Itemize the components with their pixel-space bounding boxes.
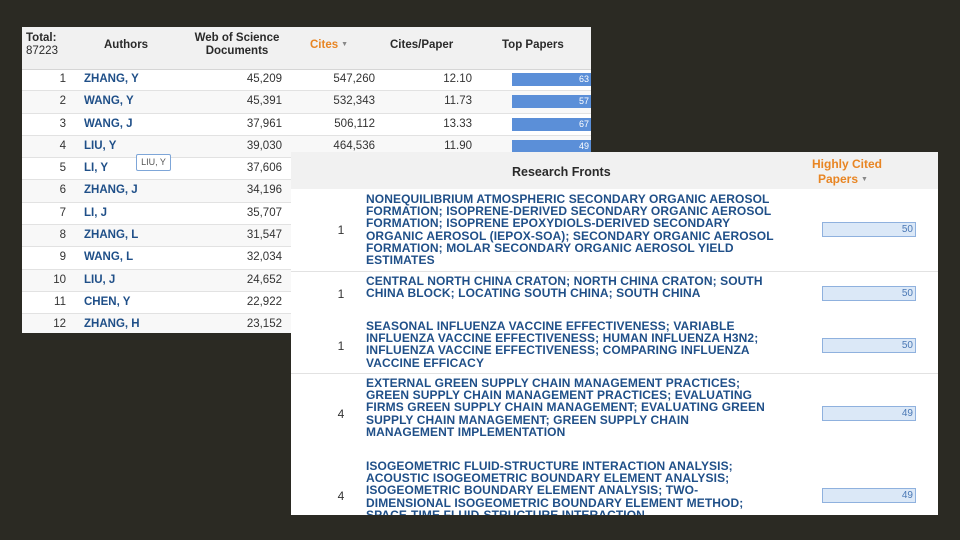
author-name-link[interactable]: ZHANG, Y bbox=[84, 73, 139, 85]
author-name-link[interactable]: WANG, J bbox=[84, 118, 133, 130]
highly-cited-line1: Highly Cited bbox=[812, 157, 883, 171]
author-name-link[interactable]: ZHANG, J bbox=[84, 184, 138, 196]
rank-cell: 1 bbox=[337, 287, 345, 301]
docs-cell: 23,152 bbox=[246, 318, 282, 331]
rank-cell: 4 bbox=[337, 407, 345, 421]
docs-cell: 37,961 bbox=[246, 117, 282, 130]
docs-cell: 31,547 bbox=[246, 229, 282, 242]
research-front-row: 4 ISOGEOMETRIC FLUID-STRUCTURE INTERACTIO… bbox=[291, 457, 938, 515]
research-front-row: 1 CENTRAL NORTH CHINA CRATON; NORTH CHINA… bbox=[291, 271, 938, 318]
docs-cell: 22,922 bbox=[246, 295, 282, 308]
author-name-link[interactable]: WANG, Y bbox=[84, 95, 134, 107]
cites-header-label: Cites bbox=[310, 39, 339, 51]
highly-cited-papers-bar[interactable]: 50 bbox=[822, 222, 916, 237]
research-fronts-header: Research Fronts Highly Cited Papers ▼ bbox=[291, 152, 938, 190]
rank-cell: 7 bbox=[59, 206, 66, 219]
docs-cell: 45,209 bbox=[246, 73, 282, 85]
author-name-link[interactable]: WANG, L bbox=[84, 251, 133, 263]
docs-header-line2: Documents bbox=[205, 45, 269, 57]
total-cell: Total: 87223 bbox=[26, 32, 58, 58]
authors-column-header[interactable]: Authors bbox=[104, 39, 148, 51]
docs-column-header[interactable]: Web of Science Documents bbox=[192, 32, 282, 58]
docs-cell: 34,196 bbox=[246, 184, 282, 197]
rank-cell: 11 bbox=[54, 295, 66, 308]
research-front-link[interactable]: ISOGEOMETRIC FLUID-STRUCTURE INTERACTION… bbox=[366, 460, 778, 515]
top-papers-column-header[interactable]: Top Papers bbox=[502, 39, 564, 51]
cites-per-paper-cell: 11.73 bbox=[444, 95, 472, 108]
cites-column-header[interactable]: Cites ▼ bbox=[310, 39, 348, 51]
research-front-link[interactable]: CENTRAL NORTH CHINA CRATON; NORTH CHINA … bbox=[366, 275, 778, 300]
author-name-link[interactable]: ZHANG, H bbox=[84, 318, 140, 330]
research-front-row: 1 SEASONAL INFLUENZA VACCINE EFFECTIVENES… bbox=[291, 317, 938, 374]
docs-cell: 37,606 bbox=[246, 162, 282, 175]
rank-cell: 3 bbox=[59, 117, 66, 130]
docs-cell: 32,034 bbox=[246, 251, 282, 264]
caret-down-icon: ▼ bbox=[341, 41, 349, 48]
author-name-link[interactable]: LIU, J bbox=[84, 274, 115, 286]
highly-cited-papers-bar[interactable]: 49 bbox=[822, 488, 916, 503]
research-front-row: 4 EXTERNAL GREEN SUPPLY CHAIN MANAGEMENT … bbox=[291, 373, 938, 458]
table-row: 2 WANG, Y 45,391 532,343 11.73 57 bbox=[22, 91, 591, 114]
cites-cell: 547,260 bbox=[333, 73, 375, 85]
rank-cell: 5 bbox=[59, 162, 66, 175]
rank-cell: 1 bbox=[337, 223, 345, 237]
caret-down-icon: ▼ bbox=[861, 176, 868, 183]
author-name-link[interactable]: LIU, Y bbox=[84, 140, 116, 152]
research-fronts-table: Research Fronts Highly Cited Papers ▼ 1 NO… bbox=[291, 152, 938, 515]
research-fronts-column-header[interactable]: Research Fronts bbox=[512, 165, 611, 179]
highly-cited-papers-bar[interactable]: 49 bbox=[822, 406, 916, 421]
cites-per-paper-cell: 12.10 bbox=[443, 73, 472, 85]
author-name-link[interactable]: CHEN, Y bbox=[84, 296, 130, 308]
rank-cell: 4 bbox=[337, 489, 345, 503]
rank-cell: 10 bbox=[53, 273, 66, 286]
author-name-link[interactable]: LI, J bbox=[84, 207, 107, 219]
rank-cell: 1 bbox=[59, 73, 66, 85]
cites-cell: 506,112 bbox=[334, 117, 375, 130]
rank-cell: 8 bbox=[59, 229, 66, 242]
highly-cited-line2-wrap: Papers ▼ bbox=[812, 172, 892, 187]
top-papers-bar[interactable]: 57 bbox=[512, 95, 591, 109]
highly-cited-papers-bar[interactable]: 50 bbox=[822, 338, 916, 353]
research-front-link[interactable]: NONEQUILIBRIUM ATMOSPHERIC SECONDARY ORG… bbox=[366, 193, 778, 266]
research-front-row: 1 NONEQUILIBRIUM ATMOSPHERIC SECONDARY OR… bbox=[291, 189, 938, 272]
table-row: 1 ZHANG, Y 45,209 547,260 12.10 63 bbox=[22, 69, 591, 92]
top-papers-bar[interactable]: 63 bbox=[512, 73, 591, 86]
rank-cell: 2 bbox=[59, 95, 66, 108]
cites-cell: 464,536 bbox=[333, 139, 375, 152]
research-front-link[interactable]: EXTERNAL GREEN SUPPLY CHAIN MANAGEMENT P… bbox=[366, 377, 778, 438]
cites-per-paper-column-header[interactable]: Cites/Paper bbox=[390, 39, 453, 51]
docs-header-line1: Web of Science bbox=[194, 32, 280, 44]
docs-cell: 35,707 bbox=[246, 206, 282, 219]
table-row: 3 WANG, J 37,961 506,112 13.33 67 bbox=[22, 114, 591, 136]
cites-per-paper-cell: 11.90 bbox=[444, 139, 472, 152]
cites-cell: 532,343 bbox=[333, 95, 375, 108]
docs-cell: 39,030 bbox=[246, 139, 282, 152]
authors-table-header: Total: 87223 Authors Web of Science Docu… bbox=[22, 27, 591, 70]
total-label: Total: bbox=[26, 32, 57, 44]
top-papers-bar[interactable]: 49 bbox=[512, 139, 591, 153]
rank-cell: 6 bbox=[59, 184, 66, 197]
author-name-link[interactable]: LI, Y bbox=[84, 162, 108, 174]
research-front-link[interactable]: SEASONAL INFLUENZA VACCINE EFFECTIVENESS… bbox=[366, 320, 778, 369]
rank-cell: 9 bbox=[59, 251, 66, 264]
rank-cell: 1 bbox=[337, 339, 345, 353]
author-name-link[interactable]: ZHANG, L bbox=[84, 229, 138, 241]
rank-cell: 4 bbox=[59, 139, 66, 152]
docs-cell: 24,652 bbox=[246, 273, 282, 286]
highly-cited-line2: Papers bbox=[818, 172, 859, 186]
docs-cell: 45,391 bbox=[246, 95, 282, 108]
rank-cell: 12 bbox=[53, 318, 66, 331]
top-papers-bar[interactable]: 67 bbox=[512, 117, 591, 131]
cites-per-paper-cell: 13.33 bbox=[443, 117, 472, 130]
highly-cited-papers-bar[interactable]: 50 bbox=[822, 286, 916, 301]
total-value: 87223 bbox=[26, 45, 58, 57]
highly-cited-papers-column-header[interactable]: Highly Cited Papers ▼ bbox=[812, 157, 892, 187]
author-tooltip: LIU, Y bbox=[136, 154, 171, 171]
